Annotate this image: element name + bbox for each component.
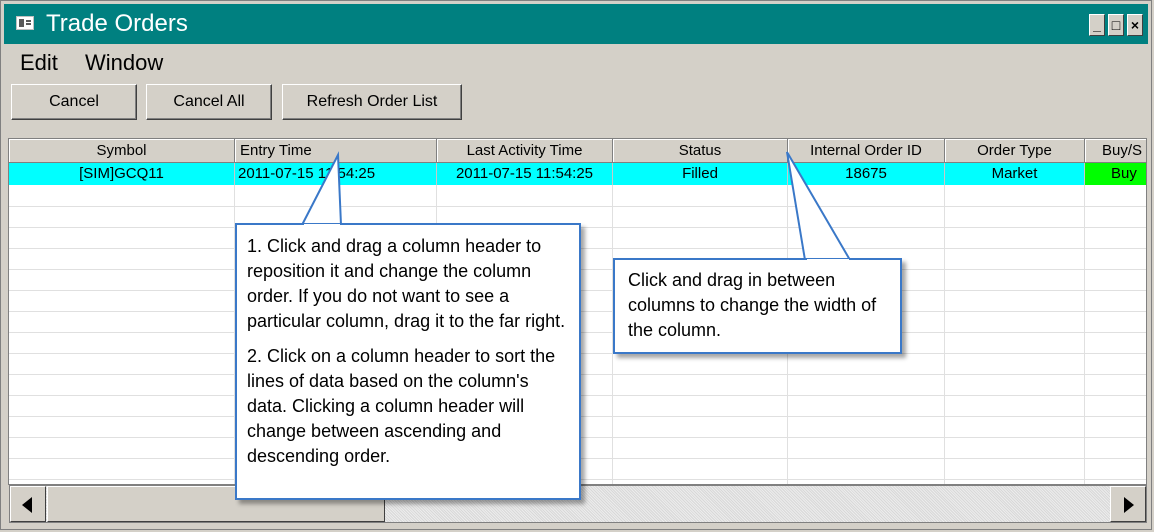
cancel-all-button[interactable]: Cancel All <box>146 84 272 120</box>
maximize-button[interactable]: □ <box>1108 14 1124 36</box>
column-header-last-activity-time[interactable]: Last Activity Time <box>437 139 613 163</box>
minimize-button[interactable]: _ <box>1089 14 1105 36</box>
window-app-icon[interactable] <box>16 16 34 30</box>
grid-line <box>944 185 945 484</box>
column-header-entry-time[interactable]: Entry Time <box>235 139 437 163</box>
grid-line <box>1084 185 1085 484</box>
callout-resize-text: Click and drag in between columns to cha… <box>628 270 877 340</box>
column-header-order-type[interactable]: Order Type <box>945 139 1085 163</box>
column-header-status[interactable]: Status <box>613 139 788 163</box>
column-header-buy-sell[interactable]: Buy/S <box>1085 139 1146 163</box>
menu-edit[interactable]: Edit <box>20 48 58 78</box>
cell-status: Filled <box>613 163 788 185</box>
cell-order-type: Market <box>945 163 1085 185</box>
column-reorder-sort-callout: 1. Click and drag a column header to rep… <box>235 223 581 500</box>
cell-last-activity-time: 2011-07-15 11:54:25 <box>437 163 613 185</box>
cell-entry-time: 2011-07-15 11:54:25 <box>235 163 437 185</box>
cancel-button[interactable]: Cancel <box>11 84 137 120</box>
title-bar[interactable]: Trade Orders _ □ × <box>4 4 1148 44</box>
cell-symbol: [SIM]GCQ11 <box>9 163 235 185</box>
menu-window[interactable]: Window <box>85 48 163 78</box>
window-title: Trade Orders <box>46 10 188 37</box>
scroll-left-button[interactable] <box>10 486 46 522</box>
pointer-seam <box>304 224 340 227</box>
column-header-symbol[interactable]: Symbol <box>9 139 235 163</box>
arrow-left-icon <box>22 497 32 513</box>
arrow-right-icon <box>1124 497 1134 513</box>
callout-reorder-text: 1. Click and drag a column header to rep… <box>247 236 566 331</box>
pointer-seam <box>807 259 849 262</box>
grid-line <box>9 206 1146 207</box>
cell-internal-order-id: 18675 <box>788 163 945 185</box>
scroll-right-button[interactable] <box>1110 486 1146 522</box>
cell-buy-sell: Buy <box>1085 163 1146 185</box>
close-button[interactable]: × <box>1127 14 1143 36</box>
column-resize-callout: Click and drag in between columns to cha… <box>613 258 902 354</box>
callout-sort-text: 2. Click on a column header to sort the … <box>247 346 556 466</box>
column-header-internal-order-id[interactable]: Internal Order ID <box>788 139 945 163</box>
refresh-order-list-button[interactable]: Refresh Order List <box>282 84 462 120</box>
